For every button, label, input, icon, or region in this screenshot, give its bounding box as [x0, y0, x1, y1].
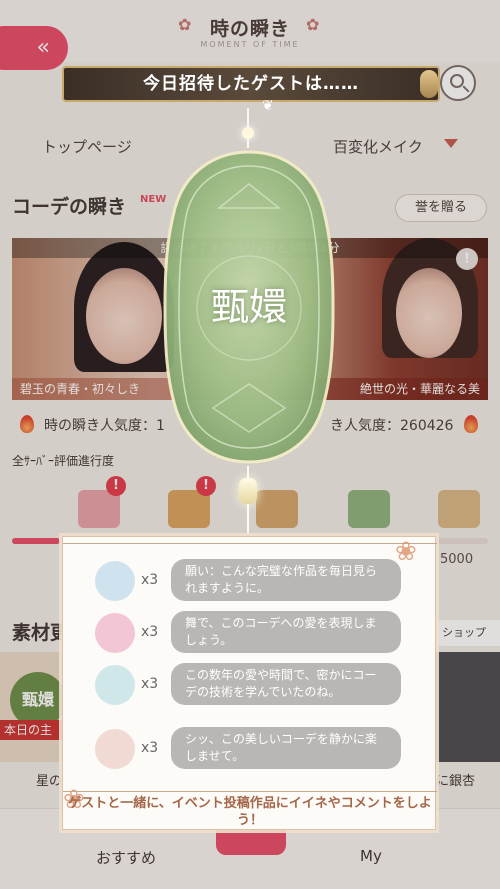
message-count: x3 [141, 740, 159, 756]
message-count: x3 [141, 676, 159, 692]
guest-message-card: ❀ ❀ x3 願い：こんな完璧な作品を毎日見られますように。 x3 舞で、このコーデへ… [62, 536, 437, 830]
divider [63, 543, 437, 544]
message-row: x3 この数年の愛や時間で、密かにコーデの技術を学んでいたのね。 [63, 663, 437, 707]
card-footer-text: ゲストと一緒に、イベント投稿作品にイイネやコメントをしよう！ [68, 796, 432, 828]
guest-name: 甄嬛 [210, 285, 287, 329]
message-bubble: 願い：こんな完璧な作品を毎日見られますように。 [171, 559, 401, 601]
message-bubble: 舞で、このコーデへの愛を表現しましょう。 [171, 611, 401, 653]
divider [63, 791, 437, 792]
scroll-end-right [414, 64, 442, 104]
guest-banner-text: 今日招待したゲストは…… [143, 74, 359, 94]
message-bubble: この数年の愛や時間で、密かにコーデの技術を学んでいたのね。 [171, 663, 401, 705]
pendant-bead [242, 127, 254, 139]
message-bubble: シッ、この美しいコーデを静かに楽しませて。 [171, 727, 401, 769]
message-row: x3 シッ、この美しいコーデを静かに楽しませて。 [63, 727, 437, 771]
message-row: x3 願い：こんな完璧な作品を毎日見られますように。 [63, 559, 437, 603]
butterfly-icon: ❦ [262, 98, 274, 114]
message-count: x3 [141, 624, 159, 640]
message-row: x3 舞で、このコーデへの愛を表現しましょう。 [63, 611, 437, 655]
message-count: x3 [141, 572, 159, 588]
guest-avatar [95, 665, 135, 705]
guest-avatar [95, 613, 135, 653]
guest-banner: 今日招待したゲストは…… [62, 66, 440, 102]
tassel-string [247, 504, 249, 534]
guest-avatar [95, 561, 135, 601]
tassel-bead [239, 478, 257, 504]
guest-avatar [95, 729, 135, 769]
